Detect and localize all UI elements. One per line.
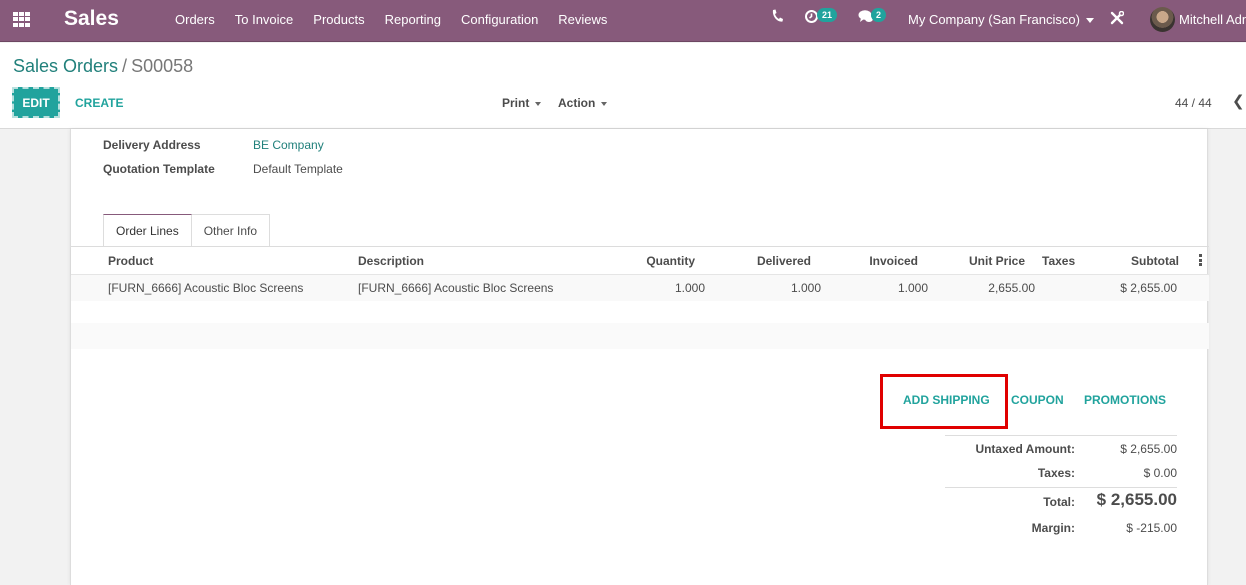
column-header-quantity[interactable]: Quantity — [595, 254, 695, 268]
taxes-value: $ 0.00 — [1143, 466, 1177, 480]
form-sheet: Delivery Address BE Company Quotation Tem… — [70, 129, 1209, 585]
print-label: Print — [502, 96, 530, 110]
taxes-label: Taxes: — [1037, 466, 1075, 480]
total-value: $ 2,655.00 — [1096, 490, 1177, 509]
highlight-box — [880, 374, 1008, 429]
breadcrumb-current: S00058 — [131, 56, 194, 76]
pager-previous-icon[interactable]: ❮ — [1232, 92, 1245, 110]
empty-row — [71, 323, 1209, 349]
totals-divider — [945, 487, 1177, 488]
chevron-down-icon — [601, 101, 608, 106]
message-count-badge: 2 — [871, 8, 887, 22]
totals-top-divider — [945, 435, 1177, 436]
user-avatar[interactable] — [1150, 7, 1175, 32]
field-label: Quotation Template — [103, 162, 215, 176]
cell-description: [FURN_6666] Acoustic Bloc Screens — [358, 281, 554, 295]
margin-value: $ -215.00 — [1126, 521, 1177, 535]
chevron-down-icon — [535, 101, 542, 106]
form-tabs: Order Lines Other Info — [103, 214, 271, 247]
breadcrumb-sales-orders[interactable]: Sales Orders — [13, 56, 118, 76]
column-header-taxes[interactable]: Taxes — [1042, 254, 1075, 268]
column-header-unit-price[interactable]: Unit Price — [925, 254, 1025, 268]
company-name: My Company (San Francisco) — [908, 12, 1080, 27]
cell-unit-price: 2,655.00 — [988, 281, 1035, 295]
margin-label: Margin: — [1031, 521, 1075, 535]
breadcrumb-separator: / — [122, 56, 128, 76]
tab-other-info[interactable]: Other Info — [191, 214, 271, 246]
action-label: Action — [558, 96, 596, 110]
cell-quantity: 1.000 — [674, 281, 705, 295]
phone-icon[interactable] — [771, 9, 783, 26]
edit-button[interactable]: EDIT — [12, 87, 60, 118]
top-navbar: Sales Orders To Invoice Products Reporti… — [0, 0, 1246, 42]
delivery-address-link[interactable]: BE Company — [253, 138, 324, 152]
breadcrumb: Sales Orders / S00058 — [13, 56, 193, 77]
company-switcher[interactable]: My Company (San Francisco) — [908, 12, 1094, 27]
field-quotation-template: Quotation Template Default Template — [103, 162, 343, 176]
chevron-down-icon — [1085, 18, 1094, 24]
pager-value[interactable]: 44 / 44 — [1175, 96, 1212, 110]
action-dropdown[interactable]: Action — [558, 96, 608, 110]
menu-item-products[interactable]: Products — [313, 12, 364, 27]
menu-item-reporting[interactable]: Reporting — [385, 12, 441, 27]
field-delivery-address: Delivery Address BE Company — [103, 138, 324, 152]
print-dropdown[interactable]: Print — [502, 96, 542, 110]
column-header-invoiced[interactable]: Invoiced — [818, 254, 918, 268]
cell-delivered: 1.000 — [790, 281, 821, 295]
apps-menu-icon[interactable] — [13, 12, 31, 27]
menu-item-configuration[interactable]: Configuration — [461, 12, 538, 27]
create-button[interactable]: CREATE — [75, 96, 123, 110]
menu-item-reviews[interactable]: Reviews — [558, 12, 607, 27]
untaxed-amount-label: Untaxed Amount: — [975, 442, 1075, 456]
untaxed-amount-value: $ 2,655.00 — [1120, 442, 1177, 456]
column-header-product[interactable]: Product — [108, 254, 153, 268]
column-header-description[interactable]: Description — [358, 254, 424, 268]
tab-order-lines[interactable]: Order Lines — [103, 214, 192, 247]
coupon-button[interactable]: COUPON — [1011, 393, 1064, 407]
app-name: Sales — [64, 7, 119, 30]
quotation-template-value: Default Template — [253, 162, 343, 176]
control-panel: Sales Orders / S00058 EDIT CREATE Print Ac… — [0, 43, 1246, 129]
promotions-button[interactable]: PROMOTIONS — [1084, 393, 1166, 407]
column-header-delivered[interactable]: Delivered — [711, 254, 811, 268]
total-label: Total: — [1043, 495, 1075, 509]
menu-item-orders[interactable]: Orders — [175, 12, 215, 27]
main-menu: Orders To Invoice Products Reporting Con… — [175, 12, 627, 27]
cell-invoiced: 1.000 — [897, 281, 928, 295]
optional-columns-icon[interactable] — [1199, 254, 1202, 266]
field-label: Delivery Address — [103, 138, 201, 152]
column-header-subtotal[interactable]: Subtotal — [1079, 254, 1179, 268]
user-name[interactable]: Mitchell Admin — [1179, 12, 1246, 27]
activity-count-badge: 21 — [817, 8, 838, 22]
cell-subtotal: $ 2,655.00 — [1120, 281, 1177, 295]
cell-product: [FURN_6666] Acoustic Bloc Screens — [108, 281, 304, 295]
debug-tools-icon[interactable] — [1110, 10, 1125, 30]
menu-item-to-invoice[interactable]: To Invoice — [235, 12, 294, 27]
